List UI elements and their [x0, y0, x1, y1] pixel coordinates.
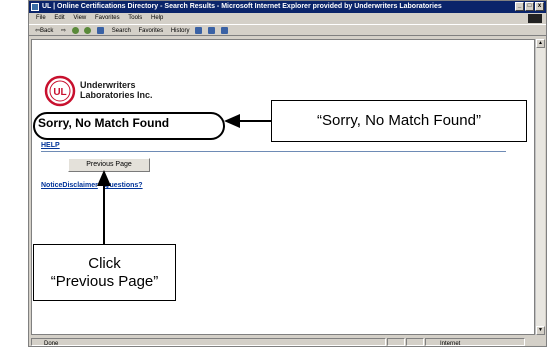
arrow-to-heading-head-icon: [224, 114, 240, 128]
arrow-to-button-head-icon: [97, 170, 111, 186]
annotation-arrows: [97, 114, 271, 244]
